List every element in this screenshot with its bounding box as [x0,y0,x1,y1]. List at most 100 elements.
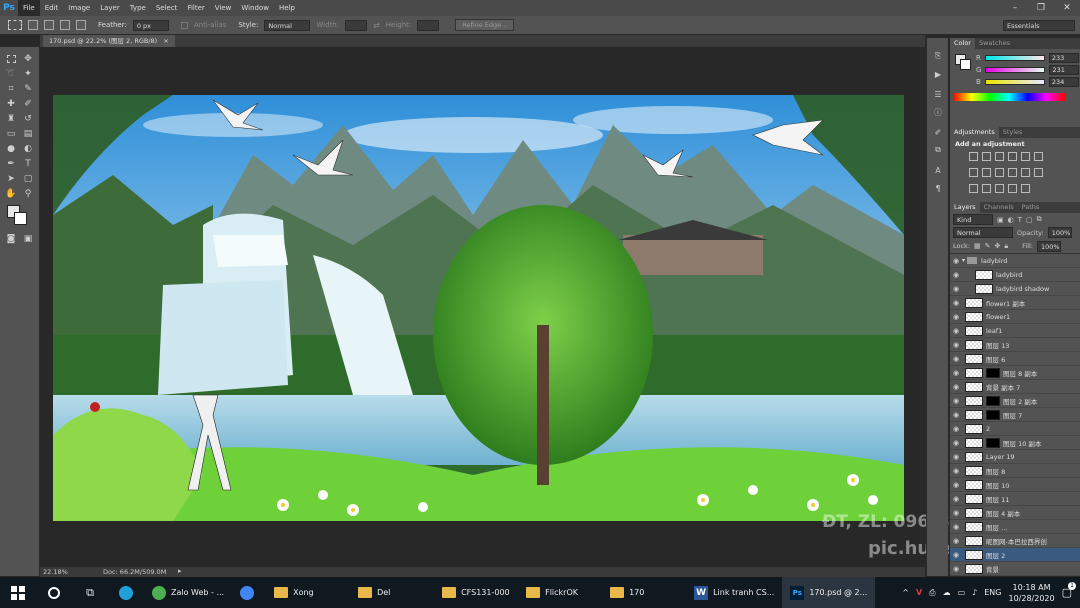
add-selection-icon[interactable] [44,20,54,30]
visibility-eye-icon[interactable]: ◉ [950,565,962,573]
lock-paint-icon[interactable]: ✎ [985,242,991,250]
width-input[interactable] [345,19,368,31]
tab-paths[interactable]: Paths [1018,202,1044,213]
layer-row[interactable]: ◉ flower1 [950,310,1080,324]
visibility-eye-icon[interactable]: ◉ [950,271,962,279]
group-expand-icon[interactable]: ▾ [962,257,965,264]
filter-pixel-icon[interactable]: ▣ [997,216,1004,224]
layer-row[interactable]: ◉ ladybird shadow [950,282,1080,296]
threshold-icon[interactable] [995,184,1004,193]
info-panel-icon[interactable]: ⓘ [932,106,944,118]
taskbar-item[interactable]: 170 [602,577,686,608]
blend-mode-select[interactable]: Normal [953,227,1013,238]
photo-filter-icon[interactable] [1008,168,1017,177]
history-brush-icon[interactable]: ↺ [22,113,34,125]
properties-panel-icon[interactable]: ☰ [932,88,944,100]
layer-row[interactable]: ◉ 图层 6 [950,352,1080,366]
height-input[interactable] [417,19,440,31]
taskbar-item[interactable]: Xong [266,577,350,608]
layer-row[interactable]: ◉ 图层 ... [950,520,1080,534]
color-balance-icon[interactable] [982,168,991,177]
fill-input[interactable]: 100% [1037,240,1061,252]
red-slider[interactable] [984,55,1045,61]
filter-type-icon[interactable]: T [1018,216,1022,224]
red-value[interactable]: 233 [1048,53,1079,63]
tray-chevron-icon[interactable]: ^ [902,588,909,597]
curves-icon[interactable] [995,152,1004,161]
visibility-eye-icon[interactable]: ◉ [950,285,962,293]
language-indicator[interactable]: ENG [984,588,1001,597]
dodge-icon[interactable]: ◐ [22,143,34,155]
layer-mask-thumbnail[interactable] [986,409,1000,420]
visibility-eye-icon[interactable]: ◉ [950,523,962,531]
visibility-eye-icon[interactable]: ◉ [950,411,962,419]
character-panel-icon[interactable]: A [932,164,944,176]
visibility-eye-icon[interactable]: ◉ [950,341,962,349]
brush-icon[interactable]: ✐ [22,98,34,110]
vibrance-icon[interactable] [1021,152,1030,161]
document-tab[interactable]: 170.psd @ 22.2% (图层 2, RGB/8) × [43,35,175,47]
layer-mask-thumbnail[interactable] [986,367,1000,378]
visibility-eye-icon[interactable]: ◉ [950,299,962,307]
visibility-eye-icon[interactable]: ◉ [950,425,962,433]
search-button[interactable] [36,577,72,608]
gradient-map-icon[interactable] [1021,184,1030,193]
filter-smart-icon[interactable]: ⧉ [1037,215,1042,224]
menu-view[interactable]: View [210,0,237,16]
minimize-icon[interactable]: – [1002,0,1028,16]
layer-row[interactable]: ◉ 背景 [950,562,1080,576]
refine-edge-button[interactable]: Refine Edge... [455,19,515,31]
intersect-selection-icon[interactable] [76,20,86,30]
layer-row[interactable]: ◉ flower1 副本 [950,296,1080,310]
visibility-eye-icon[interactable]: ◉ [950,537,962,545]
taskbar-item[interactable]: Ps 170.psd @ 2... [782,577,876,608]
swap-icon[interactable]: ⇄ [373,21,380,30]
hue-saturation-icon[interactable] [969,168,978,177]
edge-button[interactable] [108,577,144,608]
subtract-selection-icon[interactable] [60,20,70,30]
green-slider[interactable] [985,67,1046,73]
layer-row[interactable]: ◉ leaf1 [950,324,1080,338]
visibility-eye-icon[interactable]: ◉ [950,397,962,405]
menu-help[interactable]: Help [274,0,300,16]
lock-transparent-icon[interactable]: ▦ [974,242,981,250]
posterize-icon[interactable] [982,184,991,193]
vivaldi-tray-icon[interactable]: V [916,588,922,597]
tab-channels[interactable]: Channels [980,202,1018,213]
filter-adjustment-icon[interactable]: ◐ [1008,216,1014,224]
blue-value[interactable]: 234 [1048,77,1079,87]
close-tab-icon[interactable]: × [163,37,168,45]
green-value[interactable]: 231 [1049,65,1080,75]
gradient-icon[interactable]: ▤ [22,128,34,140]
move-icon[interactable]: ✥ [22,53,34,65]
brightness-contrast-icon[interactable] [969,152,978,161]
menu-edit[interactable]: Edit [40,0,64,16]
taskbar-item[interactable]: FlickrOK [518,577,602,608]
taskbar-item[interactable]: Del [350,577,434,608]
exposure-icon[interactable] [1008,152,1017,161]
visibility-eye-icon[interactable]: ◉ [950,439,962,447]
visibility-eye-icon[interactable]: ◉ [950,481,962,489]
menu-file[interactable]: File [18,0,40,16]
layer-row[interactable]: ◉ 图层 11 [950,492,1080,506]
eyedropper-icon[interactable]: ✎ [22,83,34,95]
taskbar-item[interactable] [232,577,266,608]
antialias-checkbox[interactable] [180,21,188,29]
visibility-eye-icon[interactable]: ◉ [950,383,962,391]
lock-move-icon[interactable]: ✥ [995,242,1001,250]
style-select[interactable]: Normal [264,19,311,31]
visibility-eye-icon[interactable]: ◉ [950,369,962,377]
visibility-eye-icon[interactable]: ◉ [950,467,962,475]
magic-wand-icon[interactable]: ✦ [22,68,34,80]
feather-input[interactable]: 0 px [132,19,169,31]
visibility-eye-icon[interactable]: ◉ [950,327,962,335]
layer-row[interactable]: ◉ 图层 2 副本 [950,394,1080,408]
marquee-tool-icon[interactable] [8,20,22,30]
channel-mixer-icon[interactable] [1021,168,1030,177]
history-panel-icon[interactable]: ⎘ [932,50,944,62]
layer-row[interactable]: ◉ 图层 8 [950,464,1080,478]
visibility-eye-icon[interactable]: ◉ [950,495,962,503]
volume-icon[interactable]: ♪ [972,588,977,597]
visibility-eye-icon[interactable]: ◉ [950,551,962,559]
layer-row[interactable]: ◉ 背景 副本 7 [950,380,1080,394]
